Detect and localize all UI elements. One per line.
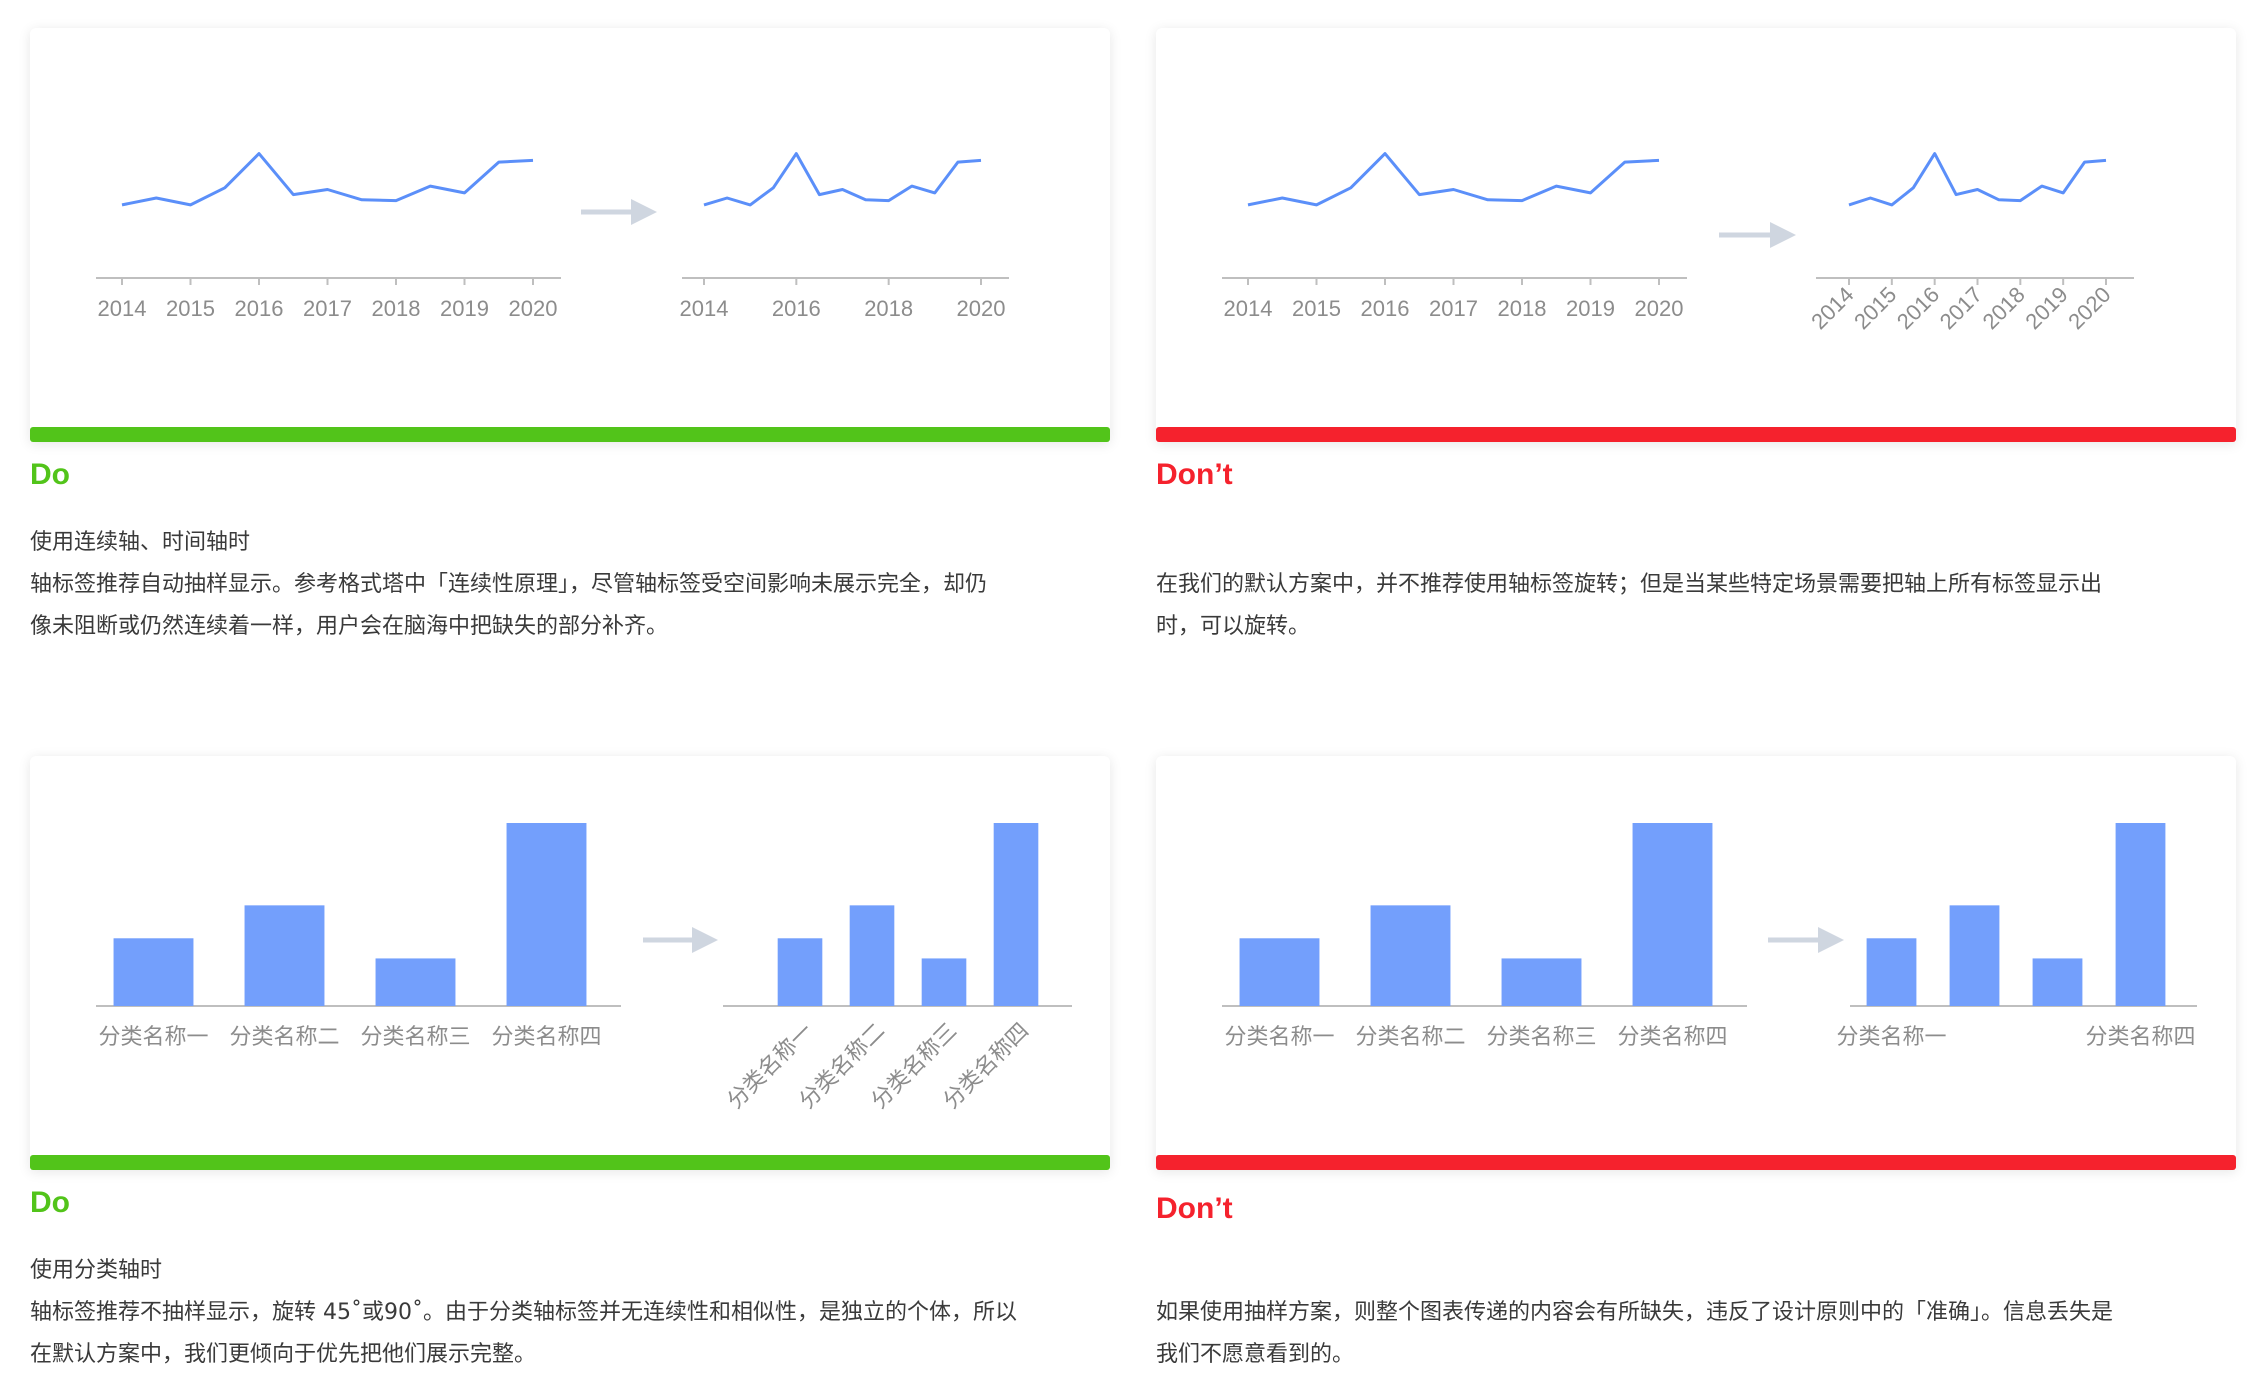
x-tick-label: 分类名称四 — [1617, 1025, 1727, 1050]
chart-card: 分类名称一 分类名称二 分类名称三 分类名称四 分类名称一 分类名称二 分类名称三 分类名称四 — [30, 756, 1110, 1170]
x-tick-label: 分类名称四 — [2085, 1025, 2195, 1050]
x-tick-label: 2019 — [1566, 296, 1615, 321]
x-tick-label: 分类名称一 — [1836, 1025, 1946, 1050]
x-tick-label: 2020 — [1635, 296, 1684, 321]
x-tick-label: 2020 — [957, 296, 1006, 321]
x-tick-label: 2017 — [1935, 282, 1987, 334]
x-tick-label: 2016 — [772, 296, 821, 321]
line-series — [121, 152, 534, 207]
x-tick-label: 2016 — [1361, 296, 1410, 321]
description-heading: 使用连续轴、时间轴时 — [30, 530, 251, 555]
bar — [506, 823, 587, 1006]
description-line: 轴标签推荐自动抽样显示。参考格式塔中「连续性原理」，尽管轴标签受空间影响未展示完… — [30, 572, 988, 597]
line-series — [1848, 152, 2107, 207]
x-tick-label: 2016 — [1892, 282, 1944, 334]
x-tick-label: 分类名称二 — [229, 1025, 339, 1050]
description-line: 在我们的默认方案中，并不推荐使用轴标签旋转；但是当某些特定场景需要把轴上所有标签… — [1156, 572, 2103, 597]
x-tick-label: 分类名称二 — [1355, 1025, 1465, 1050]
x-tick-label: 2015 — [166, 296, 215, 321]
bar — [1501, 958, 1582, 1006]
x-tick-label: 2018 — [864, 296, 913, 321]
x-tick-label: 2020 — [509, 296, 558, 321]
chart-svg: 2014 2015 2016 2017 2018 2019 2020 201420152016… — [1222, 152, 2134, 334]
line-series — [1247, 152, 1660, 207]
chart-card: 分类名称一 分类名称二 分类名称三 分类名称四 分类名称一 分类名称四 — [1156, 756, 2236, 1170]
x-tick-label: 2018 — [1498, 296, 1547, 321]
description-heading — [1156, 1250, 2236, 1292]
do-indicator-bar — [30, 1155, 1110, 1170]
x-tick-label: 分类名称一 — [98, 1025, 208, 1050]
x-tick-label: 分类名称一 — [1224, 1025, 1334, 1050]
description-heading: 使用分类轴时 — [30, 1258, 163, 1283]
chart-card: 2014 2015 2016 2017 2018 2019 2020 2014 2016 2018… — [30, 28, 1110, 442]
description-line: 像未阻断或仍然连续着一样，用户会在脑海中把缺失的部分补齐。 — [30, 614, 669, 639]
bar — [1239, 938, 1320, 1006]
arrow-head-icon — [1818, 927, 1844, 953]
x-tick-label: 2019 — [2020, 282, 2072, 334]
x-tick-label: 2018 — [372, 296, 421, 321]
bar — [2032, 958, 2083, 1006]
description-line: 在默认方案中，我们更倾向于优先把他们展示完整。 — [30, 1342, 537, 1367]
bar — [113, 938, 194, 1006]
chart-svg: 2014 2015 2016 2017 2018 2019 2020 2014 2016 2018… — [96, 152, 1009, 321]
x-tick-label: 2017 — [303, 296, 352, 321]
x-tick-label: 2015 — [1292, 296, 1341, 321]
x-tick-label: 2015 — [1849, 282, 1901, 334]
chart-svg: 分类名称一 分类名称二 分类名称三 分类名称四 分类名称一分类名称二分类名称三分类名称四 — [96, 823, 1072, 1114]
x-tick-label: 2014 — [1806, 282, 1858, 334]
bar — [1866, 938, 1917, 1006]
chart-card: 2014 2015 2016 2017 2018 2019 2020 2014 2015 2016… — [1156, 28, 2236, 442]
description-line: 如果使用抽样方案，则整个图表传递的内容会有所缺失，违反了设计原则中的「准确」。信… — [1156, 1300, 2114, 1325]
x-tick-label: 2014 — [680, 296, 729, 321]
x-tick-label: 2019 — [440, 296, 489, 321]
arrow-head-icon — [692, 927, 718, 953]
x-tick-label: 2017 — [1429, 296, 1478, 321]
x-tick-label: 2014 — [1224, 296, 1273, 321]
description: 在我们的默认方案中，并不推荐使用轴标签旋转；但是当某些特定场景需要把轴上所有标签… — [1156, 522, 2236, 648]
bar — [849, 905, 895, 1006]
x-tick-label: 分类名称三 — [1486, 1025, 1596, 1050]
line-series — [703, 152, 982, 207]
dont-indicator-bar — [1156, 427, 2236, 442]
description-line: 时，可以旋转。 — [1156, 614, 1311, 639]
description-line: 我们不愿意看到的。 — [1156, 1342, 1355, 1367]
bar — [1632, 823, 1713, 1006]
bar — [1370, 905, 1451, 1006]
verdict-label: Do — [30, 458, 70, 491]
bar — [244, 905, 325, 1006]
verdict-label: Don’t — [1156, 1192, 1233, 1225]
bar — [2115, 823, 2166, 1006]
do-indicator-bar — [30, 427, 1110, 442]
description-line: 轴标签推荐不抽样显示，旋转 45˚或90˚。由于分类轴标签并无连续性和相似性，是… — [30, 1300, 1017, 1325]
chart-svg: 分类名称一 分类名称二 分类名称三 分类名称四 分类名称一 分类名称四 — [1222, 823, 2197, 1050]
x-tick-label: 2018 — [1978, 282, 2030, 334]
verdict-label: Don’t — [1156, 458, 1233, 491]
arrow-head-icon — [631, 199, 657, 225]
x-tick-label: 2020 — [2063, 282, 2115, 334]
description-heading — [1156, 522, 2236, 564]
x-tick-label: 分类名称三 — [360, 1025, 470, 1050]
x-tick-label: 2014 — [98, 296, 147, 321]
dont-indicator-bar — [1156, 1155, 2236, 1170]
description: 使用连续轴、时间轴时 轴标签推荐自动抽样显示。参考格式塔中「连续性原理」，尽管轴… — [30, 522, 1110, 648]
arrow-head-icon — [1770, 222, 1796, 248]
bar — [993, 823, 1039, 1006]
bar — [921, 958, 967, 1006]
bar — [777, 938, 823, 1006]
verdict-label: Do — [30, 1186, 70, 1219]
x-tick-label: 2016 — [235, 296, 284, 321]
description: 如果使用抽样方案，则整个图表传递的内容会有所缺失，违反了设计原则中的「准确」。信… — [1156, 1250, 2236, 1376]
description: 使用分类轴时 轴标签推荐不抽样显示，旋转 45˚或90˚。由于分类轴标签并无连续… — [30, 1250, 1110, 1376]
bar — [1949, 905, 2000, 1006]
x-tick-label: 分类名称四 — [491, 1025, 601, 1050]
bar — [375, 958, 456, 1006]
